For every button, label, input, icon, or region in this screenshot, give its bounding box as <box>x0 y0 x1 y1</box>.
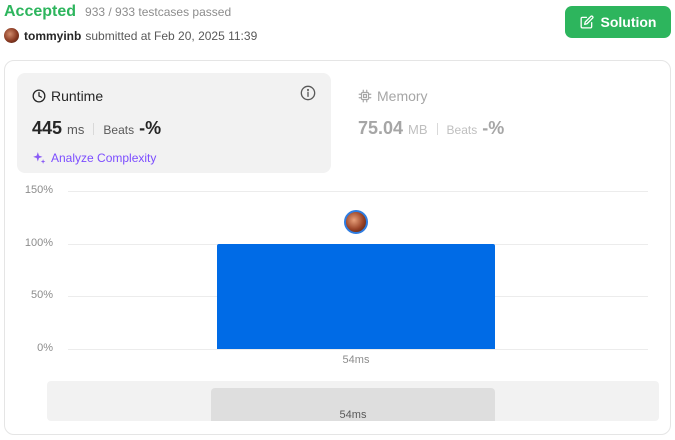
solution-button-label: Solution <box>600 14 657 30</box>
solution-button[interactable]: Solution <box>565 6 671 38</box>
submission-info: tommyinb submitted at Feb 20, 2025 11:39 <box>4 28 257 43</box>
gridline <box>68 191 648 192</box>
divider <box>436 122 438 135</box>
submitted-time: submitted at Feb 20, 2025 11:39 <box>85 28 258 43</box>
performance-panel: Runtime 445 ms Beats -% Analyze Complexi… <box>4 60 671 435</box>
divider <box>93 122 95 135</box>
chart-range-scroller[interactable]: 54ms <box>47 381 659 421</box>
y-tick-label: 150% <box>24 184 53 196</box>
runtime-stats: 445 ms Beats -% <box>32 118 161 139</box>
scroller-thumb[interactable]: 54ms <box>211 388 495 421</box>
runtime-title: Runtime <box>32 88 103 104</box>
runtime-value: 445 <box>32 118 63 138</box>
x-tick-label: 54ms <box>342 354 370 366</box>
edit-icon <box>580 15 594 29</box>
memory-unit: MB <box>408 122 428 137</box>
gridline <box>68 349 648 350</box>
scroller-label: 54ms <box>339 409 367 421</box>
memory-title: Memory <box>358 88 428 104</box>
chart-bar[interactable] <box>217 243 495 349</box>
username-link[interactable]: tommyinb <box>24 29 81 43</box>
sparkle-icon <box>33 152 46 164</box>
analyze-complexity-link[interactable]: Analyze Complexity <box>32 151 156 165</box>
y-tick-label: 100% <box>24 236 53 249</box>
clock-icon <box>32 89 46 103</box>
user-position-avatar <box>344 209 368 234</box>
runtime-beats-label: Beats <box>103 123 135 137</box>
memory-card[interactable]: Memory 75.04 MB Beats -% <box>343 73 643 173</box>
runtime-card[interactable]: Runtime 445 ms Beats -% Analyze Complexi… <box>17 73 331 173</box>
analyze-complexity-label: Analyze Complexity <box>51 151 157 165</box>
status-title: Accepted <box>4 3 77 20</box>
testcases-passed: 933 / 933 testcases passed <box>85 5 232 19</box>
info-icon[interactable] <box>300 85 316 106</box>
runtime-unit: ms <box>67 122 85 137</box>
memory-title-label: Memory <box>377 88 428 104</box>
runtime-distribution-chart: 150% 100% 50% 0% 54ms <box>5 179 670 379</box>
y-tick-label: 0% <box>37 342 53 354</box>
runtime-title-label: Runtime <box>51 88 104 104</box>
runtime-beats-value: -% <box>139 118 162 138</box>
avatar[interactable] <box>4 28 19 43</box>
submission-header: Accepted 933 / 933 testcases passed tomm… <box>0 0 675 56</box>
status-line: Accepted 933 / 933 testcases passed <box>4 3 231 21</box>
memory-beats-label: Beats <box>446 123 478 137</box>
memory-value: 75.04 <box>358 118 404 138</box>
memory-beats-value: -% <box>482 118 505 138</box>
chip-icon <box>358 89 372 103</box>
y-tick-label: 50% <box>30 289 53 302</box>
memory-stats: 75.04 MB Beats -% <box>358 118 504 139</box>
